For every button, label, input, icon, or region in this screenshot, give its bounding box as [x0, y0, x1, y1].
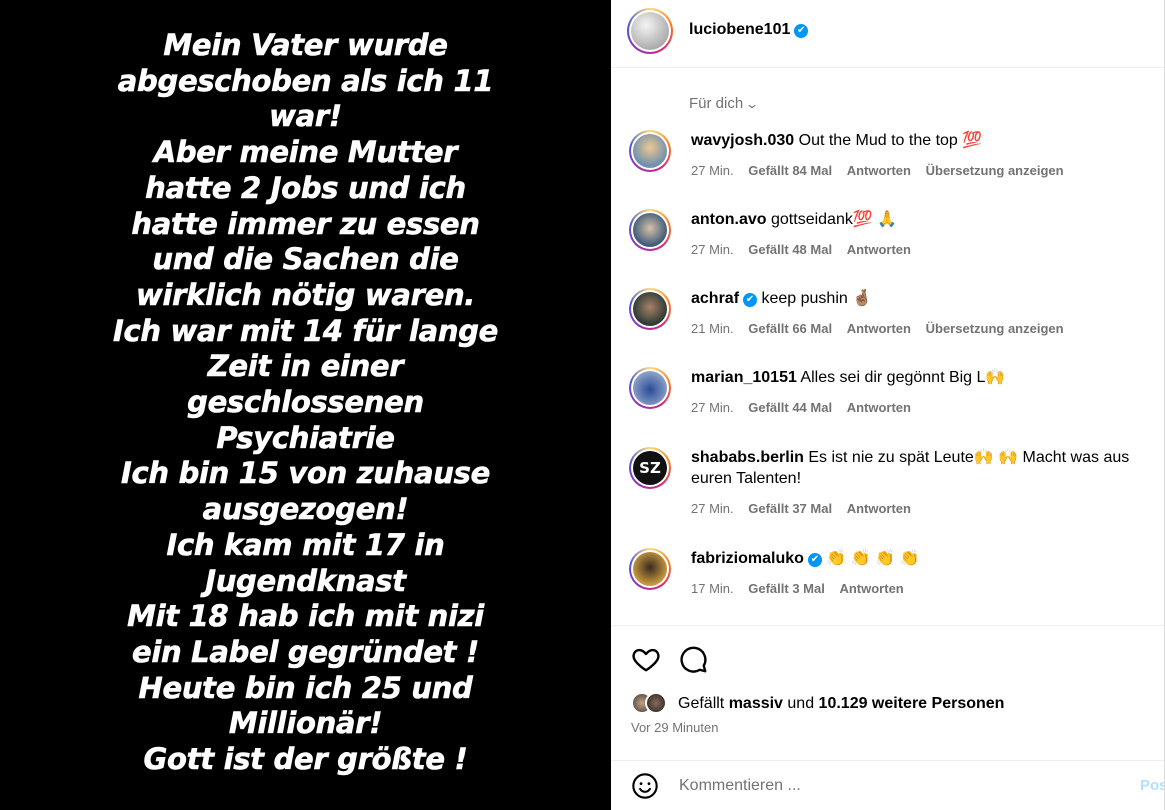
comment-sort-dropdown[interactable]: Für dich ⌄ [689, 95, 760, 112]
heart-icon[interactable] [631, 644, 661, 674]
reply-button[interactable]: Antworten [847, 400, 911, 415]
reply-button[interactable]: Antworten [847, 163, 911, 178]
comment-username[interactable]: fabriziomaluko [691, 550, 804, 567]
comment-text: keep pushin 🤞🏽 [757, 290, 873, 307]
comment-likes[interactable]: Gefällt 3 Mal [748, 581, 825, 596]
comment-bar: Posten [611, 760, 1165, 810]
comment-username[interactable]: achraf [691, 290, 739, 307]
comment-time[interactable]: 27 Min. [691, 501, 734, 516]
story-line: Heute bin ich 25 und [138, 670, 473, 705]
commenter-avatar[interactable] [629, 288, 671, 330]
story-line: abgeschoben als ich 11 [117, 63, 494, 98]
reply-button[interactable]: Antworten [839, 581, 903, 596]
story-line: geschlossenen [187, 385, 425, 420]
comments-panel: luciobene101 ✔ Für dich ⌄ wavyjosh.030 Out… [611, 0, 1165, 810]
likes-middle: und [782, 695, 819, 712]
comment-text: Out the Mud to the top 💯 [794, 132, 983, 149]
comment-time[interactable]: 27 Min. [691, 400, 734, 415]
verified-badge-icon: ✔ [794, 24, 809, 38]
story-line: Ich kam mit 17 in [166, 527, 445, 563]
avatar-monogram: SZ [633, 451, 667, 485]
author-username-label[interactable]: luciobene101 [689, 21, 790, 38]
comment-text: Alles sei dir gegönnt Big L🙌 [796, 369, 1006, 386]
story-line: hatte immer zu essen [131, 206, 480, 241]
story-line: Millionär! [228, 706, 383, 741]
comment-icon[interactable] [678, 644, 708, 674]
emoji-icon[interactable] [631, 772, 659, 800]
likes-prefix: Gefällt [678, 695, 729, 712]
comment-time[interactable]: 27 Min. [691, 242, 734, 257]
comment-username[interactable]: marian_10151 [691, 369, 797, 386]
story-line: ein Label gegründet ! [132, 634, 480, 670]
story-line: Mein Vater wurde [163, 28, 448, 63]
liker-avatar [645, 692, 667, 714]
liker-avatars [631, 692, 673, 716]
likes-count[interactable]: 10.129 weitere Personen [819, 695, 1005, 712]
comment-input[interactable] [679, 775, 1119, 797]
commenter-avatar[interactable]: SZ [629, 447, 671, 489]
reply-button[interactable]: Antworten [847, 501, 911, 516]
liker-username[interactable]: massiv [729, 695, 783, 712]
comment-text: gottseidank💯 🙏 [766, 211, 898, 228]
comment-time[interactable]: 21 Min. [691, 321, 734, 336]
commenter-avatar[interactable] [629, 548, 671, 590]
comment-username[interactable]: wavyjosh.030 [691, 132, 794, 149]
show-translation-button[interactable]: Übersetzung anzeigen [926, 321, 1064, 336]
story-line: Ich war mit 14 für lange [112, 313, 499, 348]
author-username[interactable]: luciobene101 ✔ [689, 21, 809, 39]
comment-username[interactable]: shababs.berlin [691, 449, 804, 466]
reply-button[interactable]: Antworten [847, 242, 911, 257]
comment-time[interactable]: 27 Min. [691, 163, 734, 178]
verified-badge-icon: ✔ [743, 293, 758, 307]
comment-likes[interactable]: Gefällt 44 Mal [748, 400, 832, 415]
story-line: Jugendknast [205, 563, 406, 598]
chevron-down-icon: ⌄ [745, 97, 760, 111]
sort-label: Für dich [689, 95, 744, 112]
comment-likes[interactable]: Gefällt 37 Mal [748, 501, 832, 516]
show-translation-button[interactable]: Übersetzung anzeigen [926, 163, 1064, 178]
comment-likes[interactable]: Gefällt 66 Mal [748, 321, 832, 336]
story-line: Mit 18 hab ich mit nizi [127, 599, 485, 634]
comment-username[interactable]: anton.avo [691, 211, 767, 228]
commenter-avatar[interactable] [629, 367, 671, 409]
post-header: luciobene101 ✔ [611, 0, 1165, 68]
story-line: Ich bin 15 von zuhause [121, 456, 491, 491]
story-line: Aber meine Mutter [153, 135, 458, 170]
author-avatar[interactable] [627, 8, 673, 54]
story-text: Mein Vater wurde abgeschoben als ich 11 … [86, 28, 526, 778]
comment-likes[interactable]: Gefällt 84 Mal [748, 163, 832, 178]
story-line: ausgezogen! [202, 492, 409, 527]
post-image: Mein Vater wurde abgeschoben als ich 11 … [0, 0, 611, 810]
story-line: hatte 2 Jobs und ich [145, 170, 467, 206]
comment-time[interactable]: 17 Min. [691, 581, 734, 596]
commenter-avatar[interactable] [629, 209, 671, 251]
story-line: war! [269, 99, 343, 134]
post-button[interactable]: Posten [1140, 777, 1165, 794]
commenter-avatar[interactable] [629, 130, 671, 172]
story-line: Gott ist der größte ! [143, 742, 468, 777]
story-line: Psychiatrie [216, 420, 395, 455]
post-time[interactable]: Vor 29 Minuten [631, 720, 718, 735]
reply-button[interactable]: Antworten [847, 321, 911, 336]
comment-text: 👏 👏 👏 👏 [821, 550, 920, 567]
story-line: wirklich nötig waren. [135, 277, 476, 313]
story-line: und die Sachen die [152, 242, 459, 277]
divider [611, 625, 1165, 626]
verified-badge-icon: ✔ [807, 553, 822, 567]
comment-likes[interactable]: Gefällt 48 Mal [748, 242, 832, 257]
story-line: Zeit in einer [207, 349, 404, 384]
